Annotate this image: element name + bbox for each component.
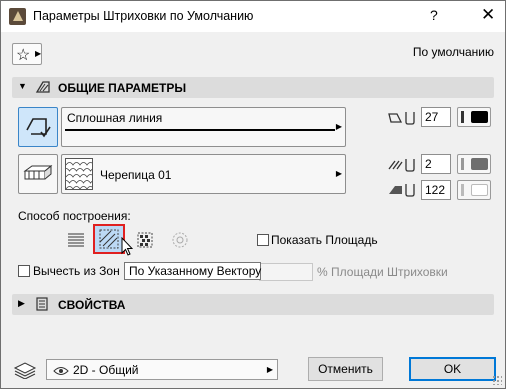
fill-pen-swatch [471, 158, 488, 170]
layer-name: 2D - Общий [73, 363, 139, 377]
line-type-label: Сплошная линия [67, 111, 163, 125]
contour-pen-input[interactable]: 27 [421, 107, 451, 127]
fill-category-icon [23, 164, 53, 180]
window-title: Параметры Штриховки по Умолчанию [33, 9, 254, 23]
local-pattern-icon [137, 232, 153, 248]
fill-area-percent-label: % Площади Штриховки [317, 265, 448, 279]
subtract-zones-label: Вычесть из Зон [33, 264, 120, 278]
section-title-general: ОБЩИЕ ПАРАМЕТРЫ [58, 81, 187, 95]
method-horizontal-button[interactable] [63, 227, 89, 253]
title-bar: Параметры Штриховки по Умолчанию ? ✕ [1, 1, 505, 32]
contour-icon [26, 118, 51, 138]
close-button[interactable]: ✕ [481, 5, 495, 25]
background-pen-color-button[interactable] [457, 180, 491, 200]
pen-marker-icon [461, 184, 464, 196]
star-icon: ☆ [16, 47, 31, 64]
chevron-right-icon: ▶ [35, 49, 42, 58]
show-area-checkbox[interactable] [257, 234, 269, 246]
radial-fill-icon [172, 232, 188, 248]
method-tooltip: По Указанному Вектору [124, 262, 261, 280]
help-button[interactable]: ? [430, 7, 438, 23]
method-radial-button[interactable] [167, 227, 193, 253]
dialog-window: Параметры Штриховки по Умолчанию ? ✕ ☆ ▶… [0, 0, 506, 389]
layers-icon [13, 361, 37, 382]
fill-pen-input[interactable]: 2 [421, 154, 451, 174]
ok-button[interactable]: OK [409, 357, 496, 381]
fill-settings-icon [34, 79, 52, 98]
background-pen-icon [387, 182, 417, 201]
fill-category-button[interactable] [18, 154, 58, 194]
app-icon [9, 8, 26, 25]
contour-toggle-button[interactable] [18, 107, 58, 147]
collapse-triangle-icon: ▶ [18, 298, 25, 308]
background-pen-swatch [471, 184, 488, 196]
favorites-button[interactable]: ☆ ▶ [12, 43, 42, 65]
show-area-label: Показать Площадь [271, 233, 378, 247]
chevron-right-icon: ▶ [266, 365, 273, 374]
fill-type-dropdown[interactable]: Черепица 01 ▶ [61, 154, 346, 194]
pen-marker-icon [461, 158, 464, 170]
contour-pen-color-button[interactable] [457, 107, 491, 127]
mouse-cursor-icon [121, 236, 134, 260]
method-local-button[interactable] [132, 227, 158, 253]
layer-dropdown[interactable]: 2D - Общий ▶ [46, 359, 278, 380]
contour-pen-swatch [471, 111, 488, 123]
fill-pen-icon [387, 157, 417, 176]
chevron-right-icon: ▶ [335, 169, 342, 178]
section-header-general[interactable]: ▼ ОБЩИЕ ПАРАМЕТРЫ [12, 77, 494, 98]
background-pen-input[interactable]: 122 [421, 180, 451, 200]
section-header-properties[interactable]: ▶ СВОЙСТВА [12, 294, 494, 315]
eye-icon [53, 365, 69, 379]
construction-method-label: Способ построения: [18, 209, 131, 223]
line-sample-preview [65, 129, 335, 131]
properties-icon [34, 296, 50, 315]
fill-pattern-preview [65, 158, 93, 190]
resize-grip[interactable] [492, 375, 502, 385]
subtract-zones-checkbox[interactable] [18, 265, 30, 277]
cancel-button[interactable]: Отменить [308, 357, 383, 381]
horizontal-lines-icon [68, 233, 84, 247]
vector-fill-icon [99, 229, 119, 249]
fill-pen-color-button[interactable] [457, 154, 491, 174]
line-type-dropdown[interactable]: Сплошная линия ▶ [61, 107, 346, 147]
section-title-properties: СВОЙСТВА [58, 298, 126, 312]
pen-marker-icon [461, 111, 464, 123]
contour-pen-icon [387, 110, 417, 129]
chevron-right-icon: ▶ [335, 122, 342, 131]
expand-triangle-icon: ▼ [18, 81, 27, 91]
default-settings-label: По умолчанию [412, 45, 494, 59]
fill-area-percent-input[interactable] [259, 263, 313, 281]
fill-type-label: Черепица 01 [100, 168, 172, 182]
